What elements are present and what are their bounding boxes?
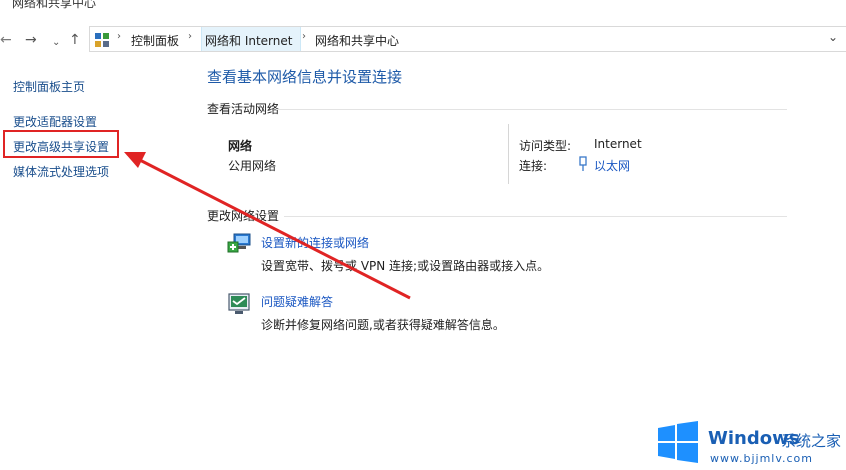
watermark: Windows 系统之家 www.bjjmlv.com: [656, 420, 846, 470]
windows-logo-icon: [658, 421, 698, 463]
annotation-arrow: [124, 152, 411, 300]
watermark-url: www.bjjmlv.com: [710, 452, 813, 465]
watermark-cn-text: 系统之家: [781, 432, 842, 450]
